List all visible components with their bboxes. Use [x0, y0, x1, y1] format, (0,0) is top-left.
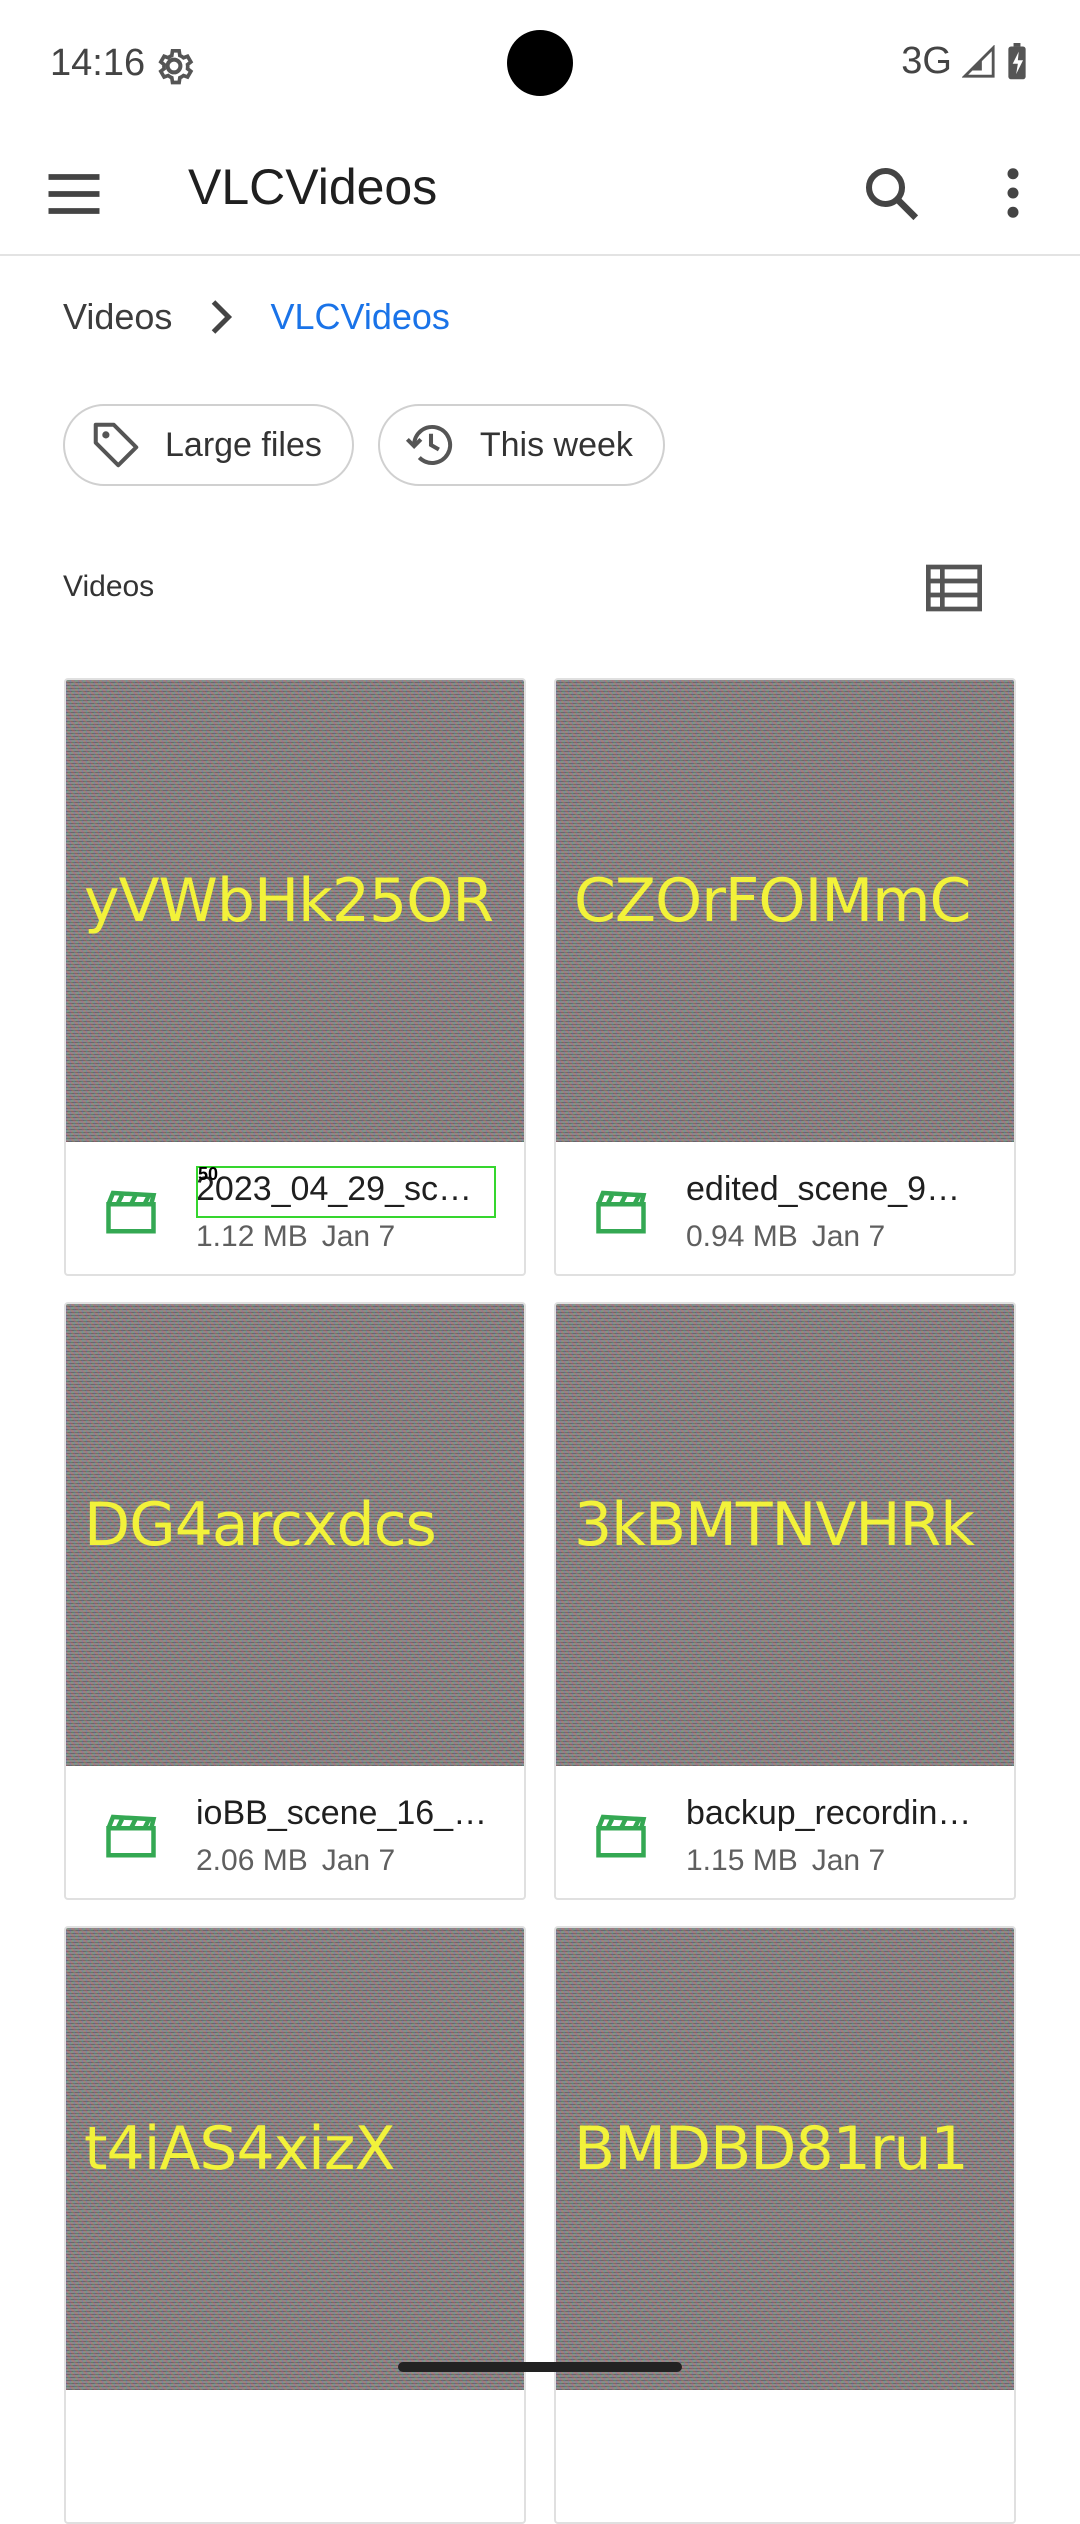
- thumbnail-text: 3kBMTNVHRk: [574, 1490, 975, 1560]
- breadcrumb: Videos VLCVideos: [63, 296, 450, 338]
- status-time: 14:16: [50, 42, 146, 84]
- breadcrumb-current[interactable]: VLCVideos: [270, 296, 449, 338]
- chevron-right-icon: [212, 300, 233, 334]
- thumbnail-text: DG4arcxdcs: [84, 1490, 437, 1560]
- file-size: 0.94 MB: [686, 1220, 798, 1253]
- video-details: 1.15 MB Jan 7: [686, 1844, 885, 1878]
- search-icon[interactable]: [858, 160, 924, 226]
- thumbnail-text: t4iAS4xizX: [84, 2114, 395, 2184]
- file-date: Jan 7: [811, 1844, 886, 1877]
- video-file-icon: [106, 1190, 157, 1234]
- file-date: Jan 7: [321, 1220, 396, 1253]
- video-thumbnail: BMDBD81ru1: [556, 1928, 1014, 2390]
- history-icon: [405, 424, 452, 465]
- video-card[interactable]: yVWbHk25OR 2023_04_29_sc… 1.12 MB Jan 7 5…: [64, 678, 526, 1276]
- file-size: 1.15 MB: [686, 1844, 798, 1877]
- video-meta: ioBB_scene_16_… 2.06 MB Jan 7: [66, 1766, 524, 1898]
- video-thumbnail: CZOrFOIMmC: [556, 680, 1014, 1142]
- video-details: 1.12 MB Jan 7: [196, 1220, 395, 1254]
- video-meta: 2023_04_29_sc… 1.12 MB Jan 7 50: [66, 1142, 524, 1274]
- video-title: ioBB_scene_16_…: [196, 1794, 488, 1832]
- video-card[interactable]: t4iAS4xizX: [64, 1926, 526, 2524]
- video-thumbnail: 3kBMTNVHRk: [556, 1304, 1014, 1766]
- video-card[interactable]: BMDBD81ru1: [554, 1926, 1016, 2524]
- video-meta: backup_recordin… 1.15 MB Jan 7: [556, 1766, 1014, 1898]
- thumbnail-text: yVWbHk25OR: [84, 866, 494, 936]
- thumbnail-text: BMDBD81ru1: [574, 2114, 969, 2184]
- tag-icon: [93, 422, 139, 468]
- menu-icon[interactable]: [40, 160, 108, 228]
- focus-index: 50: [198, 1164, 219, 1184]
- video-title: backup_recordin…: [686, 1794, 972, 1832]
- more-options-icon[interactable]: [980, 160, 1046, 226]
- file-size: 1.12 MB: [196, 1220, 308, 1253]
- app-bar: VLCVideos: [0, 130, 1080, 256]
- video-thumbnail: yVWbHk25OR: [66, 680, 524, 1142]
- video-title: 2023_04_29_sc…: [196, 1170, 473, 1208]
- page-title: VLCVideos: [188, 159, 438, 215]
- file-date: Jan 7: [811, 1220, 886, 1253]
- video-file-icon: [596, 1814, 647, 1858]
- network-type: 3G: [901, 40, 952, 82]
- video-details: 2.06 MB Jan 7: [196, 1844, 395, 1878]
- filter-chips: Large files This week: [63, 404, 665, 486]
- signal-icon: [962, 44, 995, 78]
- breadcrumb-root[interactable]: Videos: [63, 296, 172, 338]
- video-file-icon: [596, 1190, 647, 1234]
- chip-label: Large files: [165, 425, 322, 464]
- battery-icon: [1008, 42, 1026, 79]
- video-card[interactable]: DG4arcxdcs ioBB_scene_16_… 2.06 MB Jan 7: [64, 1302, 526, 1900]
- chip-label: This week: [479, 425, 633, 464]
- chip-this-week[interactable]: This week: [377, 404, 665, 486]
- video-file-icon: [106, 1814, 157, 1858]
- chip-large-files[interactable]: Large files: [63, 404, 354, 486]
- section-label: Videos: [63, 570, 155, 603]
- video-title: edited_scene_9…: [686, 1170, 961, 1208]
- video-meta: edited_scene_9… 0.94 MB Jan 7: [556, 1142, 1014, 1274]
- status-bar: 14:16 3G: [0, 0, 1080, 130]
- thumbnail-text: CZOrFOIMmC: [574, 866, 971, 936]
- video-thumbnail: DG4arcxdcs: [66, 1304, 524, 1766]
- video-card[interactable]: 3kBMTNVHRk backup_recordin… 1.15 MB Jan 7: [554, 1302, 1016, 1900]
- list-view-icon[interactable]: [926, 564, 982, 612]
- file-size: 2.06 MB: [196, 1844, 308, 1877]
- file-date: Jan 7: [321, 1844, 396, 1877]
- settings-gear-icon: [158, 48, 194, 85]
- video-card[interactable]: CZOrFOIMmC edited_scene_9… 0.94 MB Jan 7: [554, 678, 1016, 1276]
- video-thumbnail: t4iAS4xizX: [66, 1928, 524, 2390]
- video-details: 0.94 MB Jan 7: [686, 1220, 885, 1254]
- gesture-nav-handle[interactable]: [398, 2362, 682, 2372]
- status-indicators: 3G: [901, 40, 1028, 83]
- camera-cutout: [507, 30, 573, 96]
